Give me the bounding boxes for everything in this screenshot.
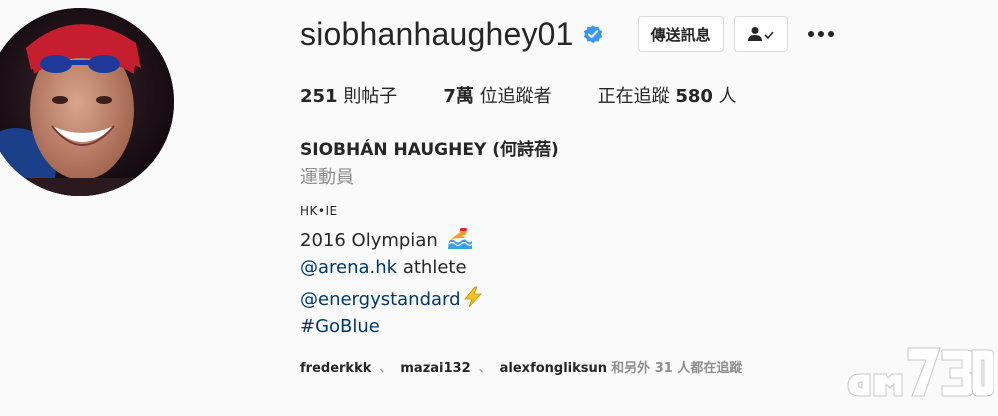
mutual-follower-1[interactable]: frederkkk <box>300 361 371 376</box>
energystandard-link[interactable]: @energystandard <box>300 289 461 310</box>
bio-line-3: @arena.hk athlete <box>300 257 467 278</box>
following-button[interactable] <box>733 16 788 52</box>
followers-count: 7萬 <box>443 86 474 107</box>
following-prefix: 正在追蹤 <box>597 86 670 107</box>
full-name: SIOBHÁN HAUGHEY (何詩蓓) <box>300 140 559 160</box>
profile-stats: 251 則帖子 7萬 位追蹤者 正在追蹤 580 人 <box>300 82 783 108</box>
avatar-photo <box>0 8 174 196</box>
swimmer-emoji-icon <box>447 227 472 254</box>
username: siobhanhaughey01 <box>300 15 574 52</box>
goblue-hashtag-link[interactable]: #GoBlue <box>300 316 380 337</box>
followers-stat[interactable]: 7萬 位追蹤者 <box>443 82 551 108</box>
lightning-emoji-icon <box>462 286 484 313</box>
bio-line-1: HK•IE <box>300 204 338 218</box>
profile-header-row: siobhanhaughey01 傳送訊息 <box>300 14 836 54</box>
following-stat[interactable]: 正在追蹤 580 人 <box>598 82 737 108</box>
followed-by[interactable]: frederkkk 、 mazai132 、 alexfongliksun 和另外 31… <box>300 357 742 376</box>
followers-label: 位追蹤者 <box>479 86 552 107</box>
arena-hk-link[interactable]: @arena.hk <box>300 257 397 278</box>
profile-avatar[interactable] <box>0 8 174 196</box>
mutual-follower-3[interactable]: alexfongliksun <box>500 361 607 376</box>
following-suffix: 人 <box>718 86 737 107</box>
more-dots-icon <box>807 31 834 37</box>
posts-label: 則帖子 <box>343 86 398 107</box>
bio-text-athlete: athlete <box>397 257 467 278</box>
am730-watermark-logo <box>844 338 995 400</box>
separator: 、 <box>379 361 393 376</box>
bio-line-4: @energystandard <box>300 286 484 313</box>
mutual-follower-2[interactable]: mazai132 <box>400 361 470 376</box>
posts-stat: 251 則帖子 <box>300 82 397 108</box>
bio-line-5: #GoBlue <box>300 316 380 337</box>
more-options-button[interactable] <box>806 19 836 49</box>
bio-line-2: 2016 Olympian <box>300 227 472 254</box>
verified-badge-icon <box>582 23 604 45</box>
separator: 、 <box>478 361 492 376</box>
following-count: 580 <box>675 86 713 107</box>
others-following-text: 和另外 31 人都在追蹤 <box>611 361 743 376</box>
category-label: 運動員 <box>300 167 354 188</box>
bio-text-olympian: 2016 Olympian <box>300 230 438 251</box>
send-message-button[interactable]: 傳送訊息 <box>637 16 724 52</box>
posts-count: 251 <box>300 86 338 107</box>
person-check-icon <box>747 27 774 41</box>
